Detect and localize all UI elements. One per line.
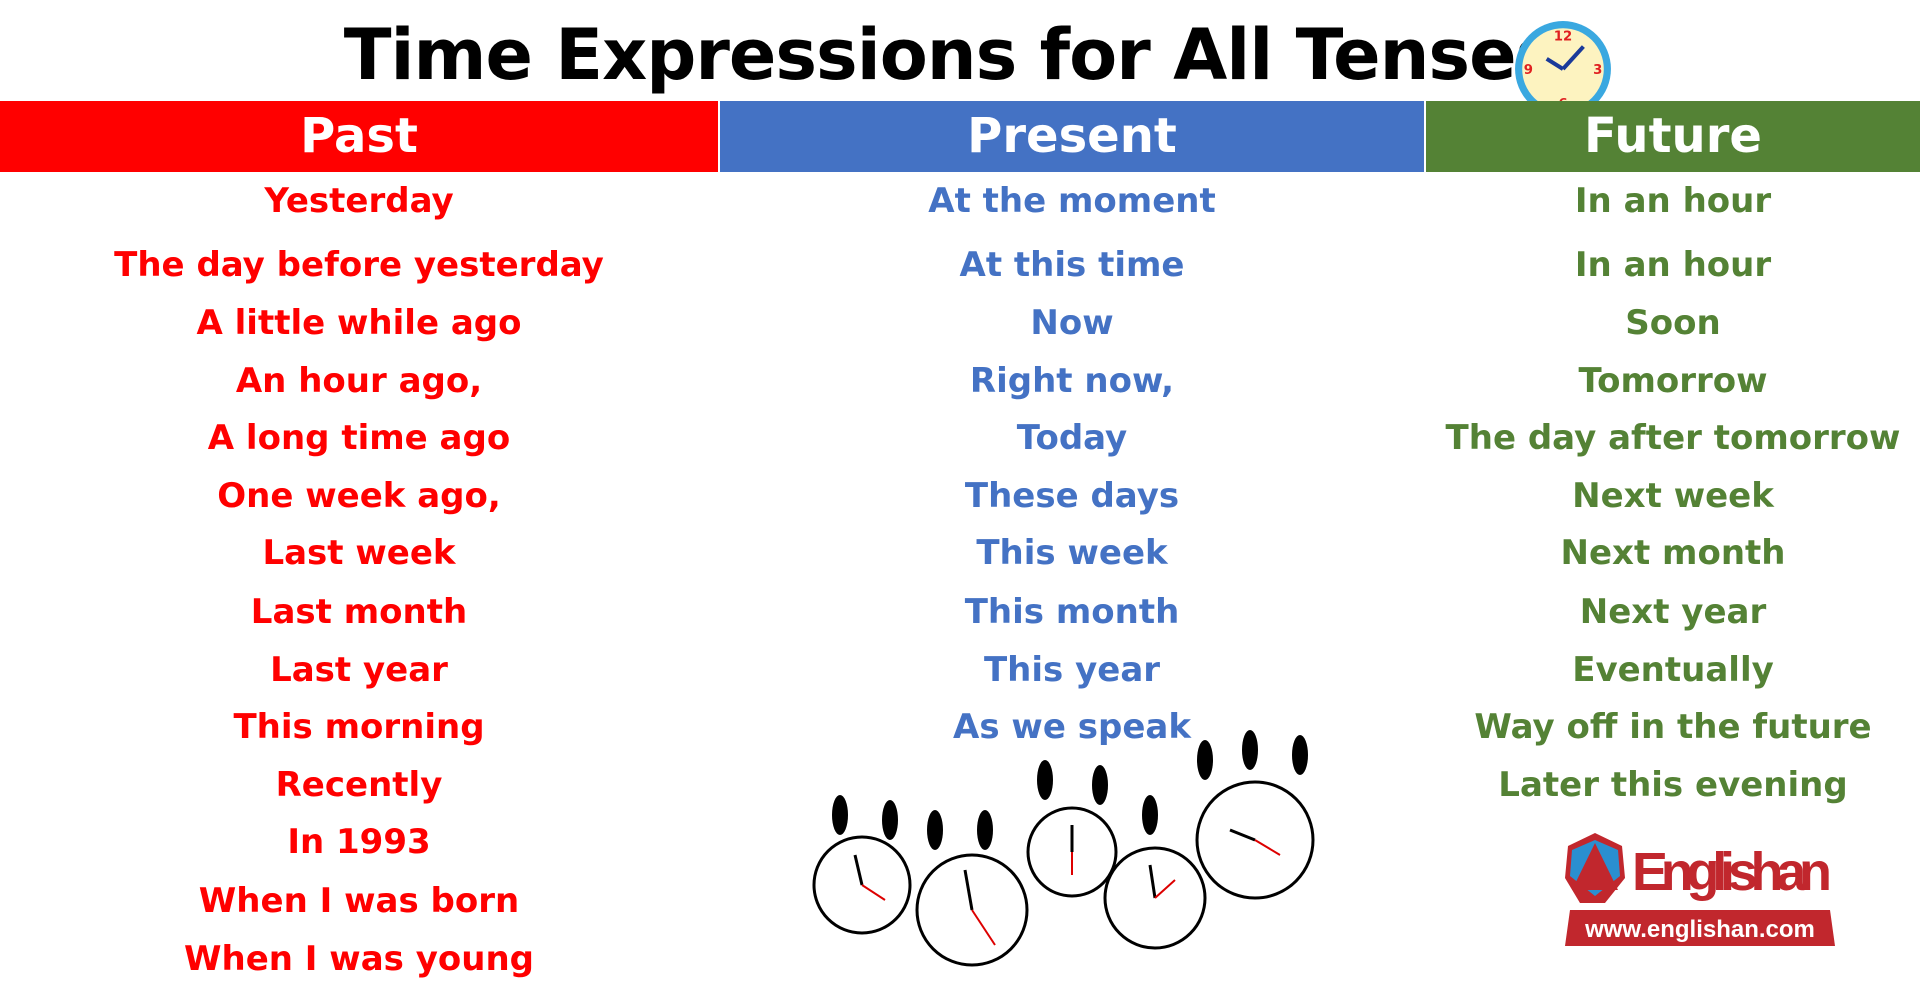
time-expression: These days — [964, 476, 1180, 516]
time-expression: Last week — [262, 533, 456, 573]
time-expression: When I was born — [198, 881, 520, 921]
time-expression: This week — [976, 533, 1168, 573]
time-expression: Last year — [270, 650, 448, 690]
svg-text:3: 3 — [1593, 63, 1602, 78]
time-expression: At the moment — [928, 181, 1216, 221]
time-expression: Way off in the future — [1474, 707, 1872, 747]
header-future: Future — [1426, 101, 1920, 172]
time-expression: This year — [983, 650, 1161, 690]
svg-text:Englishan: Englishan — [1632, 842, 1832, 902]
time-expression: A long time ago — [207, 418, 511, 458]
svg-text:www.englishan.com: www.englishan.com — [1584, 916, 1815, 943]
time-expression: Yesterday — [264, 181, 454, 221]
time-expression: Now — [1030, 303, 1114, 343]
page-title: Time Expressions for All Tenses — [343, 14, 1557, 96]
header-present: Present — [720, 101, 1424, 172]
time-expression: A little while ago — [196, 303, 522, 343]
time-expression: This month — [964, 592, 1180, 632]
time-expression: Last month — [250, 592, 468, 632]
running-clocks-illustration — [812, 730, 1315, 967]
svg-text:12: 12 — [1554, 29, 1572, 44]
time-expression: In an hour — [1574, 181, 1772, 221]
time-expression: In an hour — [1574, 245, 1772, 285]
time-expression: When I was young — [184, 939, 534, 979]
time-expression: The day before yesterday — [114, 245, 604, 285]
time-expression: Next month — [1560, 533, 1786, 573]
time-expression: Right now, — [969, 361, 1175, 401]
time-expression: Recently — [275, 765, 443, 805]
time-expression: One week ago, — [217, 476, 501, 516]
time-expression: Soon — [1625, 303, 1721, 343]
time-expression: Next year — [1579, 592, 1767, 632]
time-expression: An hour ago, — [235, 361, 483, 401]
header-past: Past — [0, 101, 718, 172]
time-expression: Tomorrow — [1578, 361, 1768, 401]
time-expression: Today — [1016, 418, 1128, 458]
time-expression: Later this evening — [1498, 765, 1848, 805]
time-expression: In 1993 — [287, 822, 431, 862]
time-expression: This morning — [233, 707, 485, 747]
time-expression: The day after tomorrow — [1445, 418, 1901, 458]
svg-text:9: 9 — [1524, 63, 1533, 78]
time-expression: Next week — [1572, 476, 1774, 516]
time-expression: At this time — [959, 245, 1185, 285]
englishan-logo: Englishan www.englishan.com — [1565, 833, 1835, 946]
time-expression: Eventually — [1572, 650, 1774, 690]
